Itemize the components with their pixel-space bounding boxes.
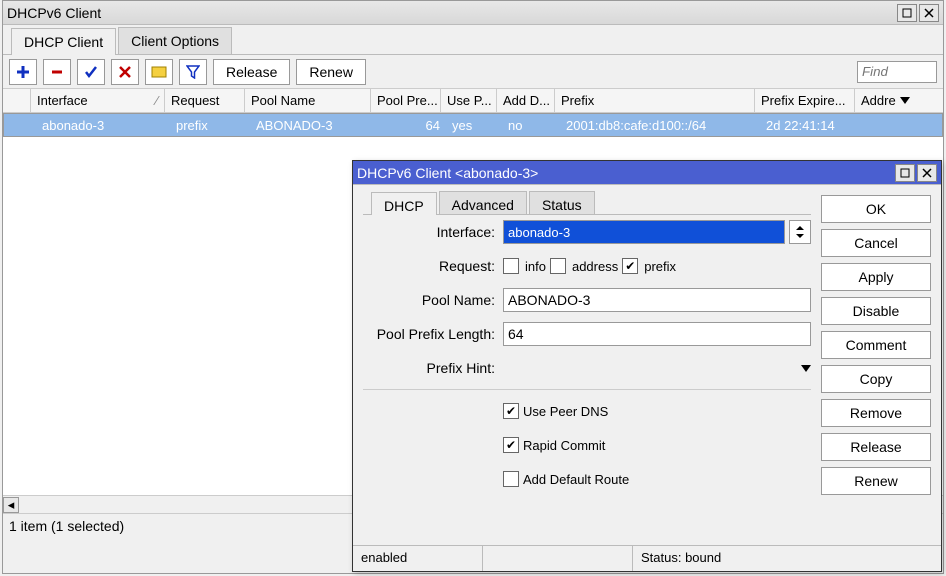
interface-label: Interface: (363, 224, 503, 240)
pool-name-label: Pool Name: (363, 292, 503, 308)
add-default-route-label: Add Default Route (523, 472, 629, 487)
scroll-left-icon[interactable]: ◂ (3, 497, 19, 513)
request-label: Request: (363, 258, 503, 274)
status-enabled: enabled (353, 546, 483, 571)
cell (860, 123, 918, 127)
address-label: address (572, 259, 618, 274)
column-menu-icon[interactable] (900, 97, 910, 104)
cell: no (502, 116, 560, 135)
tab-dhcp[interactable]: DHCP (371, 192, 437, 215)
cell: prefix (170, 116, 250, 135)
detail-titlebar: DHCPv6 Client <abonado-3> (353, 161, 941, 185)
sort-indicator-icon: ⁄ (156, 93, 158, 108)
column-header[interactable]: Prefix Expire... (755, 89, 855, 112)
prefix-hint-input[interactable] (503, 356, 797, 380)
pool-prefix-len-label: Pool Prefix Length: (363, 326, 503, 342)
grid-header: Interface ⁄RequestPool NamePool Pre...Us… (3, 89, 943, 113)
tab-client-options[interactable]: Client Options (118, 27, 232, 54)
renew-button[interactable]: Renew (296, 59, 366, 85)
pool-prefix-len-input[interactable] (503, 322, 811, 346)
tab-status[interactable]: Status (529, 191, 595, 214)
main-tabs: DHCP Client Client Options (3, 25, 943, 55)
toolbar: Release Renew (3, 55, 943, 89)
table-row[interactable]: abonado-3prefixABONADO-364yesno2001:db8:… (3, 113, 943, 137)
column-header[interactable]: Addre (855, 89, 913, 112)
find-input[interactable] (857, 61, 937, 83)
enable-button[interactable] (77, 59, 105, 85)
close-button[interactable] (919, 4, 939, 22)
column-header[interactable]: Prefix (555, 89, 755, 112)
cell: ABONADO-3 (250, 116, 376, 135)
status-bound: Status: bound (633, 546, 941, 571)
release-button[interactable]: Release (213, 59, 290, 85)
prefix-checkbox[interactable] (622, 258, 638, 274)
detail-statusbar: enabled Status: bound (353, 545, 941, 571)
pool-name-input[interactable] (503, 288, 811, 312)
column-header[interactable]: Pool Pre... (371, 89, 441, 112)
column-header[interactable]: Request (165, 89, 245, 112)
cancel-button[interactable]: Cancel (821, 229, 931, 257)
detail-window-title: DHCPv6 Client <abonado-3> (357, 165, 893, 181)
remove-button[interactable]: Remove (821, 399, 931, 427)
interface-dropdown-icon[interactable] (789, 220, 811, 244)
main-window-title: DHCPv6 Client (7, 5, 895, 21)
cell: yes (446, 116, 502, 135)
add-button[interactable] (9, 59, 37, 85)
cell: 64 (376, 116, 446, 135)
add-default-route-checkbox[interactable] (503, 471, 519, 487)
cell: 2d 22:41:14 (760, 116, 860, 135)
status-mid (483, 546, 633, 571)
cell: abonado-3 (36, 116, 170, 135)
detail-minimize-button[interactable] (895, 164, 915, 182)
comment-button[interactable] (145, 59, 173, 85)
comment-button[interactable]: Comment (821, 331, 931, 359)
divider (363, 389, 811, 390)
rapid-commit-checkbox[interactable] (503, 437, 519, 453)
ok-button[interactable]: OK (821, 195, 931, 223)
detail-close-button[interactable] (917, 164, 937, 182)
cell: 2001:db8:cafe:d100::/64 (560, 116, 760, 135)
prefix-hint-dropdown-icon[interactable] (801, 365, 811, 372)
column-header[interactable]: Pool Name (245, 89, 371, 112)
address-checkbox[interactable] (550, 258, 566, 274)
col-handle (3, 89, 31, 112)
prefix-hint-label: Prefix Hint: (363, 360, 503, 376)
detail-window: DHCPv6 Client <abonado-3> DHCP Advanced … (352, 160, 942, 572)
column-header[interactable]: Add D... (497, 89, 555, 112)
disable-button[interactable]: Disable (821, 297, 931, 325)
use-peer-dns-label: Use Peer DNS (523, 404, 608, 419)
info-label: info (525, 259, 546, 274)
apply-button[interactable]: Apply (821, 263, 931, 291)
release-button[interactable]: Release (821, 433, 931, 461)
disable-button[interactable] (111, 59, 139, 85)
filter-button[interactable] (179, 59, 207, 85)
status-text: 1 item (1 selected) (9, 518, 124, 534)
copy-button[interactable]: Copy (821, 365, 931, 393)
info-checkbox[interactable] (503, 258, 519, 274)
tab-dhcp-client[interactable]: DHCP Client (11, 28, 116, 55)
main-titlebar: DHCPv6 Client (3, 1, 943, 25)
rapid-commit-label: Rapid Commit (523, 438, 605, 453)
renew-button[interactable]: Renew (821, 467, 931, 495)
column-header[interactable]: Interface ⁄ (31, 89, 165, 112)
remove-button[interactable] (43, 59, 71, 85)
tab-advanced[interactable]: Advanced (439, 191, 527, 214)
form-panel: DHCP Advanced Status Interface: abonado-… (353, 185, 821, 545)
interface-select[interactable]: abonado-3 (503, 220, 785, 244)
minimize-button[interactable] (897, 4, 917, 22)
prefix-label: prefix (644, 259, 676, 274)
detail-tabs: DHCP Advanced Status (363, 185, 811, 215)
use-peer-dns-checkbox[interactable] (503, 403, 519, 419)
side-buttons: OK Cancel Apply Disable Comment Copy Remove Rel… (821, 185, 941, 545)
column-header[interactable]: Use P... (441, 89, 497, 112)
